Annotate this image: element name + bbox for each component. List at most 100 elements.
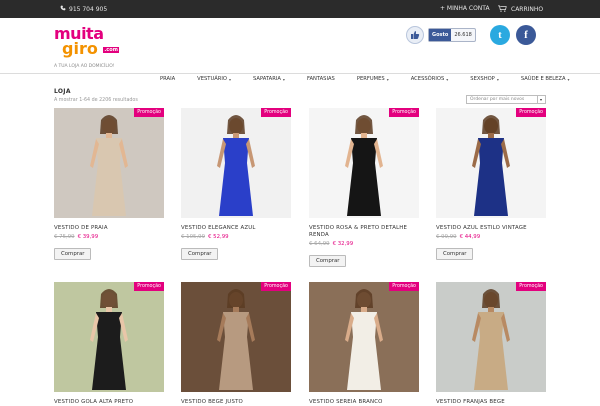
chevron-down-icon: ▾: [229, 76, 232, 82]
product-card: Promoção VESTIDO BEGE JUSTO: [181, 282, 291, 406]
promo-badge: Promoção: [389, 108, 419, 117]
facebook-like-count: 26.618: [454, 32, 472, 38]
product-title[interactable]: VESTIDO ROSA & PRETO DETALHE RENDA: [309, 225, 419, 239]
model-figure: [90, 289, 128, 390]
ordering-select[interactable]: Ordenar por mais novos ▾: [466, 95, 546, 104]
product-title[interactable]: VESTIDO FRANJAS BEGE: [436, 399, 546, 406]
nav-item-4[interactable]: PERFUMES ▾: [357, 76, 389, 82]
sale-price: € 39,99: [77, 234, 99, 240]
promo-badge: Promoção: [389, 282, 419, 291]
nav-item-6[interactable]: SEXSHOP ▾: [470, 76, 499, 82]
facebook-link[interactable]: f: [516, 25, 536, 45]
phone-contact[interactable]: 915 704 905: [60, 5, 107, 13]
product-card: Promoção VESTIDO ELEGANCE AZUL € 105,99 € 5…: [181, 108, 291, 260]
nav-item-3[interactable]: FANTASIAS: [307, 76, 335, 82]
nav-item-5[interactable]: ACESSÓRIOS ▾: [411, 76, 449, 82]
product-card: Promoção VESTIDO DE PRAIA € 75,99 € 39,99 Co…: [54, 108, 164, 260]
facebook-like-box: Gosto 26.618: [406, 26, 476, 44]
promo-badge: Promoção: [134, 108, 164, 117]
chevron-down-icon: ▾: [537, 96, 544, 103]
phone-icon: [60, 5, 66, 13]
main-navigation: PRAIA VESTUÁRIO ▾ SAPATARIA ▾ FANTASIAS PERFUM…: [160, 76, 592, 82]
nav-item-1[interactable]: VESTUÁRIO ▾: [197, 76, 231, 82]
model-figure: [472, 289, 510, 390]
twitter-icon: t: [490, 25, 510, 45]
logo-badge: .com: [103, 46, 119, 53]
product-card: Promoção VESTIDO SEREIA BRANCO: [309, 282, 419, 406]
cart-icon: [498, 5, 507, 14]
nav-item-label: PERFUMES: [356, 76, 385, 82]
model-figure: [345, 289, 383, 390]
facebook-like-button[interactable]: Gosto 26.618: [428, 28, 476, 42]
model-figure: [345, 115, 383, 216]
sale-price: € 44,99: [459, 234, 481, 240]
nav-item-0[interactable]: PRAIA: [160, 76, 175, 82]
cart-label: CARRINHO: [511, 6, 544, 13]
buy-button[interactable]: Comprar: [54, 248, 92, 260]
cart-link[interactable]: CARRINHO: [498, 5, 543, 14]
product-card: Promoção VESTIDO AZUL ESTILO VINTAGE € 99,…: [436, 108, 546, 260]
model-figure: [472, 115, 510, 216]
product-image[interactable]: Promoção: [436, 282, 546, 392]
nav-item-7[interactable]: SAÚDE E BELEZA ▾: [521, 76, 570, 82]
logo-line2: giro: [62, 39, 98, 58]
model-figure: [217, 115, 255, 216]
product-image[interactable]: Promoção: [54, 108, 164, 218]
chevron-down-icon: ▾: [386, 76, 389, 82]
nav-item-2[interactable]: SAPATARIA ▾: [253, 76, 285, 82]
product-price: € 64,99 € 32,99: [309, 241, 419, 247]
site-logo[interactable]: muita giro .com: [54, 26, 120, 62]
old-price: € 105,99: [181, 234, 206, 240]
product-title[interactable]: VESTIDO DE PRAIA: [54, 225, 164, 232]
promo-badge: Promoção: [516, 282, 546, 291]
facebook-like-label: Gosto: [429, 29, 452, 41]
product-title[interactable]: VESTIDO AZUL ESTILO VINTAGE: [436, 225, 546, 232]
product-image[interactable]: Promoção: [309, 282, 419, 392]
buy-button[interactable]: Comprar: [181, 248, 219, 260]
product-card: Promoção VESTIDO FRANJAS BEGE: [436, 282, 546, 406]
product-image[interactable]: Promoção: [181, 282, 291, 392]
site-header: muita giro .com A TUA LOJA AO DOMICÍLIO!…: [0, 18, 600, 82]
twitter-link[interactable]: t: [490, 25, 510, 45]
my-account-link[interactable]: + MINHA CONTA: [440, 5, 490, 12]
sale-price: € 32,99: [332, 241, 354, 247]
logo-word-bottom: giro .com: [62, 41, 119, 58]
shop-heading: LOJA A mostrar 1-64 de 2206 resultados: [54, 88, 138, 103]
old-price: € 64,99: [309, 241, 330, 247]
site-tagline: A TUA LOJA AO DOMICÍLIO!: [54, 64, 115, 69]
product-price: € 75,99 € 39,99: [54, 234, 164, 240]
nav-item-label: PRAIA: [160, 76, 176, 82]
product-image[interactable]: Promoção: [181, 108, 291, 218]
old-price: € 75,99: [54, 234, 75, 240]
nav-item-label: ACESSÓRIOS: [410, 76, 445, 82]
promo-badge: Promoção: [261, 108, 291, 117]
buy-button[interactable]: Comprar: [309, 255, 347, 267]
product-title[interactable]: VESTIDO BEGE JUSTO: [181, 399, 291, 406]
sale-price: € 52,99: [208, 234, 229, 240]
product-card: Promoção VESTIDO ROSA & PRETO DETALHE REN…: [309, 108, 419, 267]
model-figure: [90, 115, 128, 216]
chevron-down-icon: ▾: [282, 76, 285, 82]
product-image[interactable]: Promoção: [436, 108, 546, 218]
promo-badge: Promoção: [134, 282, 164, 291]
phone-number: 915 704 905: [69, 5, 108, 13]
promo-badge: Promoção: [516, 108, 546, 117]
nav-item-label: SEXSHOP: [470, 76, 495, 82]
thumbs-up-icon[interactable]: [406, 26, 424, 44]
product-image[interactable]: Promoção: [54, 282, 164, 392]
old-price: € 99,99: [436, 234, 457, 240]
nav-item-label: SAÚDE E BELEZA: [520, 76, 566, 82]
chevron-down-icon: ▾: [496, 76, 499, 82]
product-title[interactable]: VESTIDO SEREIA BRANCO: [309, 399, 419, 406]
ordering-value: Ordenar por mais novos: [470, 97, 525, 102]
buy-button[interactable]: Comprar: [436, 248, 474, 260]
model-figure: [217, 289, 255, 390]
product-image[interactable]: Promoção: [309, 108, 419, 218]
product-title[interactable]: VESTIDO GOLA ALTA PRETO: [54, 399, 164, 406]
facebook-icon: f: [516, 25, 536, 45]
chevron-down-icon: ▾: [446, 76, 449, 82]
product-card: Promoção VESTIDO GOLA ALTA PRETO: [54, 282, 164, 406]
result-count: A mostrar 1-64 de 2206 resultados: [54, 98, 138, 103]
product-title[interactable]: VESTIDO ELEGANCE AZUL: [181, 225, 291, 232]
nav-item-label: VESTUÁRIO: [197, 76, 228, 82]
